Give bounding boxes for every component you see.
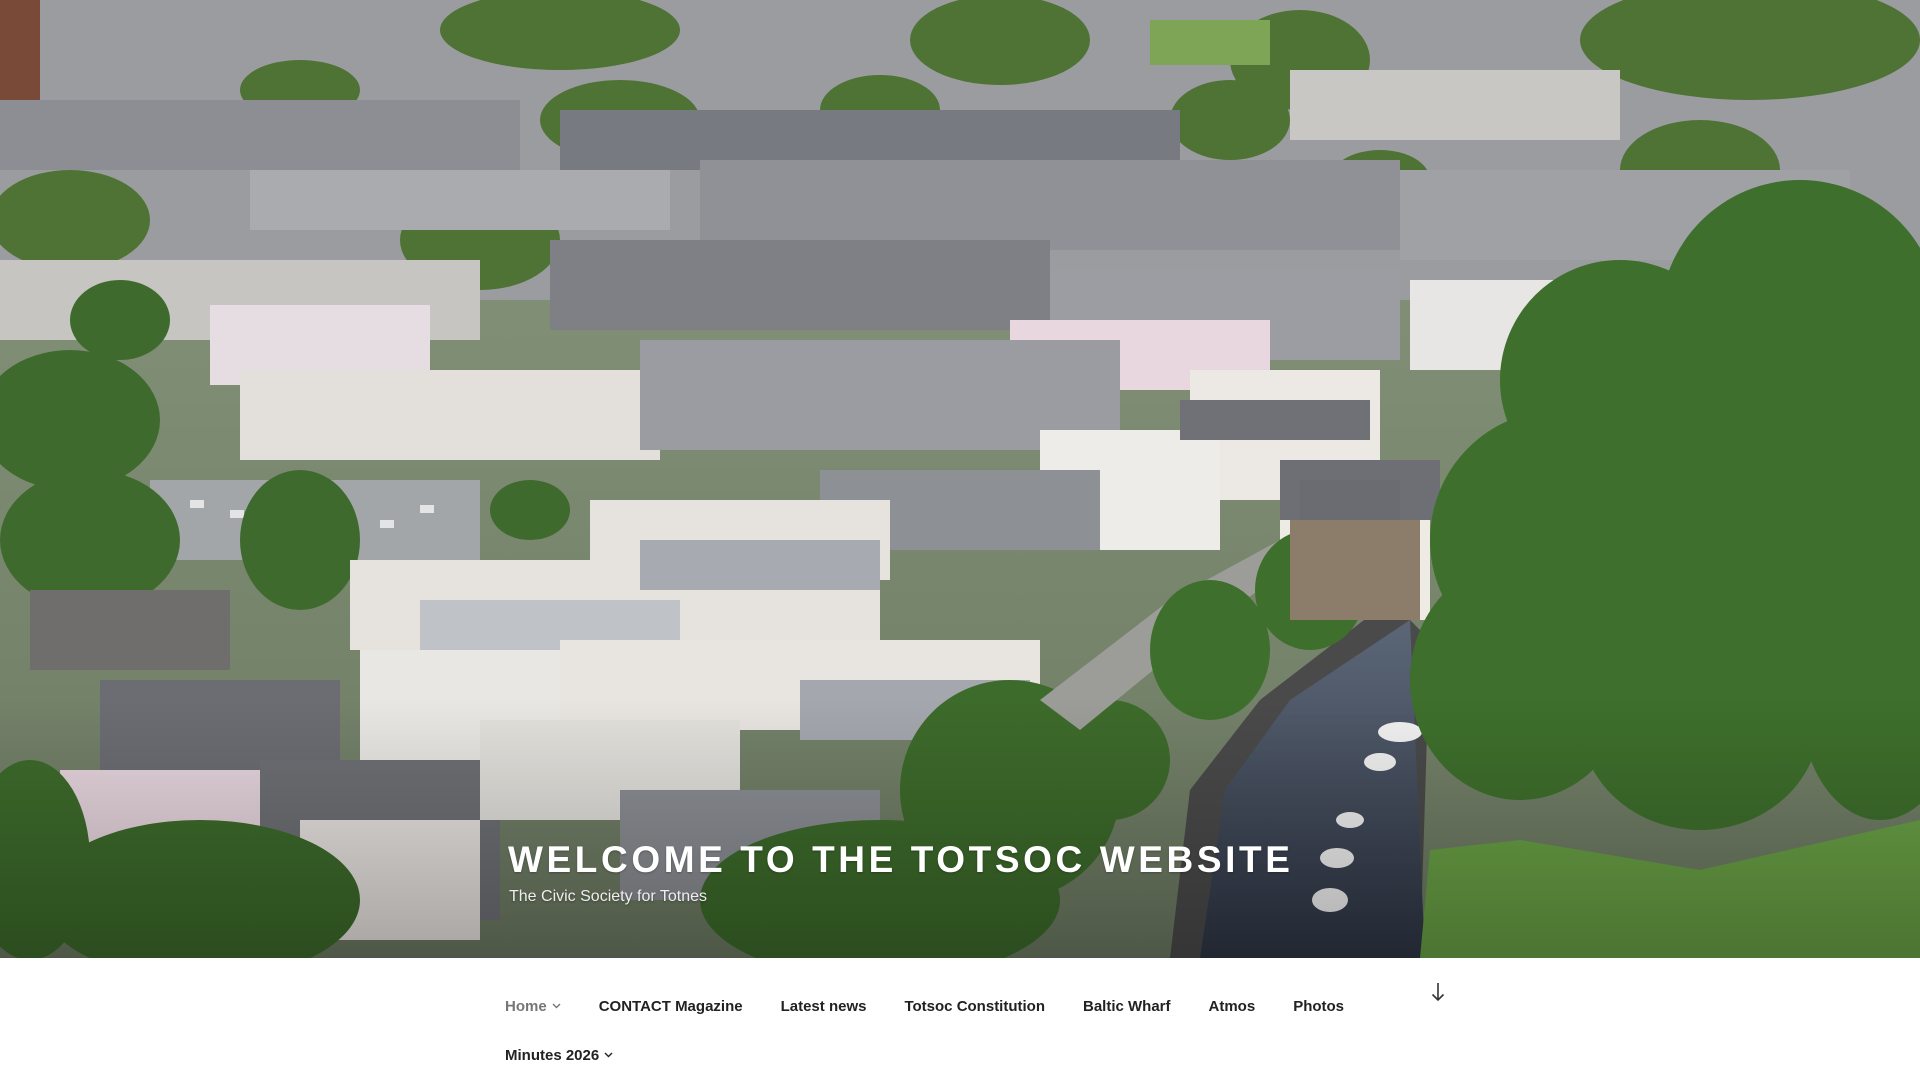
site-description: The Civic Society for Totnes bbox=[509, 887, 708, 905]
menu-item-label: Latest news bbox=[780, 998, 867, 1015]
menu-item-baltic-wharf[interactable]: Baltic Wharf bbox=[1064, 982, 1190, 1031]
menu-row: Minutes 2026 bbox=[505, 1031, 1435, 1080]
header-gradient-overlay bbox=[0, 698, 1920, 958]
arrow-down-icon bbox=[1430, 982, 1446, 1007]
page: WELCOME TO THE TOTSOC WEBSITE The Civic … bbox=[0, 0, 1920, 1080]
menu-item-minutes-2026[interactable]: Minutes 2026 bbox=[505, 1031, 632, 1080]
scroll-down-button[interactable] bbox=[1426, 982, 1450, 1006]
site-branding: WELCOME TO THE TOTSOC WEBSITE The Civic … bbox=[508, 839, 1294, 906]
header-image: WELCOME TO THE TOTSOC WEBSITE The Civic … bbox=[0, 0, 1920, 958]
menu-item-contact-magazine[interactable]: CONTACT Magazine bbox=[580, 982, 762, 1031]
menu-item-label: Baltic Wharf bbox=[1083, 998, 1171, 1015]
menu-item-label: Minutes 2026 bbox=[505, 1047, 600, 1064]
menu-item-totsoc-constitution[interactable]: Totsoc Constitution bbox=[885, 982, 1064, 1031]
menu-row: Home CONTACT Magazine Latest news Totsoc… bbox=[505, 982, 1435, 1031]
menu-item-label: CONTACT Magazine bbox=[598, 998, 743, 1015]
chevron-down-icon bbox=[604, 1050, 613, 1059]
menu-item-label: Photos bbox=[1293, 998, 1345, 1015]
menu-item-label: Totsoc Constitution bbox=[904, 998, 1045, 1015]
menu-item-home[interactable]: Home bbox=[505, 982, 580, 1031]
menu-item-atmos[interactable]: Atmos bbox=[1190, 982, 1275, 1031]
chevron-down-icon bbox=[552, 1001, 561, 1010]
main-navigation: Home CONTACT Magazine Latest news Totsoc… bbox=[0, 958, 1920, 1080]
menu: Home CONTACT Magazine Latest news Totsoc… bbox=[505, 958, 1435, 1080]
menu-item-label: Atmos bbox=[1208, 998, 1256, 1015]
site-title[interactable]: WELCOME TO THE TOTSOC WEBSITE bbox=[508, 839, 1294, 881]
menu-item-label: Home bbox=[505, 998, 547, 1015]
menu-item-photos[interactable]: Photos bbox=[1274, 982, 1363, 1031]
menu-item-latest-news[interactable]: Latest news bbox=[762, 982, 886, 1031]
